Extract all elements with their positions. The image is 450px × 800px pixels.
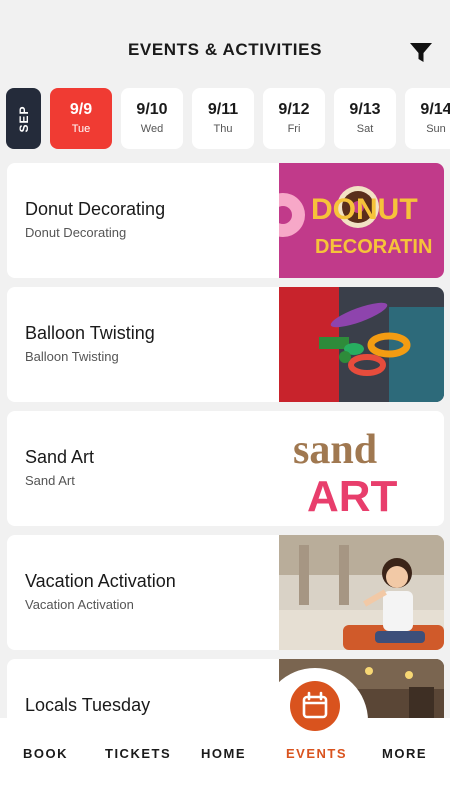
filter-button[interactable] (408, 41, 434, 65)
image-text-sand: sand (293, 427, 377, 473)
month-tab[interactable]: SEP (6, 88, 41, 149)
event-title: Vacation Activation (25, 571, 176, 591)
event-card-donut-decorating[interactable]: Donut Decorating Donut Decorating DONUT … (7, 163, 444, 278)
date-number: 9/12 (278, 101, 310, 118)
date-weekday: Sun (426, 123, 446, 135)
filter-icon (410, 43, 432, 62)
date-item-9-14[interactable]: 9/14 Sun (405, 88, 450, 149)
date-item-9-12[interactable]: 9/12 Fri (263, 88, 325, 149)
image-text-art: ART (307, 472, 398, 521)
event-subtitle: Sand Art (25, 473, 75, 488)
event-image-donut-decorating: DONUT DECORATIN (279, 163, 444, 278)
nav-events[interactable]: EVENTS (286, 746, 347, 761)
date-number: 9/14 (420, 101, 450, 118)
events-calendar-button[interactable] (290, 681, 340, 731)
event-title: Balloon Twisting (25, 323, 155, 343)
header: EVENTS & ACTIVITIES (0, 0, 450, 86)
date-weekday: Tue (71, 123, 91, 135)
event-card-vacation-activation[interactable]: Vacation Activation Vacation Activation (7, 535, 444, 650)
date-weekday: Sat (356, 123, 374, 135)
event-image-vacation-activation (279, 535, 444, 650)
nav-more[interactable]: MORE (382, 746, 427, 761)
event-subtitle: Balloon Twisting (25, 349, 119, 364)
image-text-decorating: DECORATIN (315, 236, 432, 258)
date-weekday: Fri (287, 123, 301, 135)
page-title: EVENTS & ACTIVITIES (127, 40, 323, 59)
bottom-nav: BOOK TICKETS HOME EVENTS MORE (0, 718, 450, 800)
event-title: Locals Tuesday (25, 695, 151, 715)
nav-book[interactable]: BOOK (23, 746, 68, 761)
nav-home[interactable]: HOME (201, 746, 246, 761)
date-number: 9/11 (207, 101, 239, 118)
image-text-donut: DONUT (311, 193, 418, 226)
event-title: Donut Decorating (25, 199, 166, 219)
nav-tickets[interactable]: TICKETS (105, 746, 171, 761)
date-number: 9/13 (349, 101, 381, 118)
date-weekday: Wed (140, 123, 164, 135)
event-title: Sand Art (25, 447, 95, 467)
date-number: 9/10 (136, 101, 168, 118)
event-image-sand-art: sand ART (279, 411, 444, 526)
date-item-9-10[interactable]: 9/10 Wed (121, 88, 183, 149)
event-image-balloon-twisting (279, 287, 444, 402)
date-number: 9/9 (69, 101, 93, 118)
event-card-balloon-twisting[interactable]: Balloon Twisting Balloon Twisting (7, 287, 444, 402)
date-item-9-9[interactable]: 9/9 Tue (50, 88, 112, 149)
date-item-9-13[interactable]: 9/13 Sat (334, 88, 396, 149)
date-weekday: Thu (213, 123, 233, 135)
event-subtitle: Donut Decorating (25, 225, 127, 240)
calendar-icon (302, 691, 328, 719)
date-item-9-11[interactable]: 9/11 Thu (192, 88, 254, 149)
event-subtitle: Vacation Activation (25, 597, 134, 612)
event-card-sand-art[interactable]: Sand Art Sand Art sand ART (7, 411, 444, 526)
date-strip: SEP 9/9 Tue 9/10 Wed 9/11 Thu 9/12 Fri 9… (6, 88, 450, 150)
month-label: SEP (16, 104, 31, 133)
